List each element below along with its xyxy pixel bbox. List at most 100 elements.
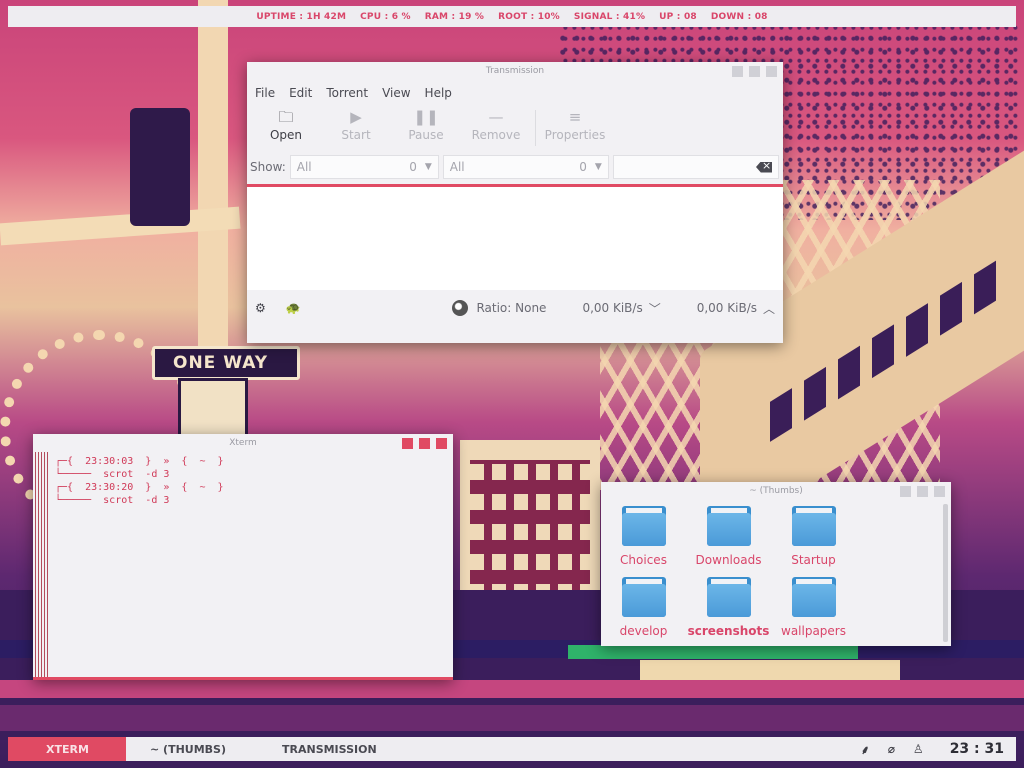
menu-view[interactable]: View <box>382 86 410 104</box>
folder-icon <box>621 506 666 546</box>
minimize-button[interactable] <box>402 438 413 449</box>
download-speed-value: 0,00 KiB/s <box>582 301 643 315</box>
close-button[interactable] <box>436 438 447 449</box>
maximize-button[interactable] <box>749 66 760 77</box>
ratio-icon[interactable] <box>452 300 469 316</box>
window-controls <box>402 438 447 449</box>
menu-file[interactable]: File <box>255 86 275 104</box>
start-button[interactable]: ▶ Start <box>321 104 391 152</box>
folder-screenshots[interactable]: screenshots <box>686 575 771 645</box>
close-button[interactable] <box>766 66 777 77</box>
folder-label: Downloads <box>695 553 762 567</box>
properties-button[interactable]: ≡ Properties <box>540 104 610 152</box>
task-thumbs[interactable]: ~ (THUMBS) <box>126 737 250 761</box>
clock: 23 : 31 <box>949 741 1004 757</box>
menu-help[interactable]: Help <box>425 86 452 104</box>
upload-speed-value: 0,00 KiB/s <box>696 301 757 315</box>
folder-develop[interactable]: develop <box>601 575 686 645</box>
cpu-stat: CPU : 6 % <box>360 11 411 22</box>
window-title: ~ (Thumbs) <box>749 486 803 496</box>
terminal-line: ┌─{ 23:30:03 } » { ~ } <box>55 456 224 467</box>
open-label: Open <box>269 128 303 142</box>
download-stat: DOWN : 08 <box>710 11 768 22</box>
terminal-output: ┌─{ 23:30:03 } » { ~ } └───── scrot -d 3 ┌… <box>49 452 230 677</box>
file-manager-window: ~ (Thumbs) Choices Downloads Startup dev… <box>601 482 951 646</box>
open-button[interactable]: 🗀 Open <box>251 104 321 152</box>
folder-icon <box>706 506 751 546</box>
transmission-window: Transmission File Edit Torrent View Help… <box>247 62 783 343</box>
folder-icon <box>791 506 836 546</box>
filter-bar: Show: All 0 ▼ All 0 ▼ <box>247 152 783 182</box>
toolbar-separator <box>535 110 536 146</box>
pause-button[interactable]: ❚❚ Pause <box>391 104 461 152</box>
menu-bar: File Edit Torrent View Help <box>247 80 783 104</box>
toolbar: 🗀 Open ▶ Start ❚❚ Pause — Remove ≡ Prope… <box>247 104 783 152</box>
torrent-list[interactable] <box>247 184 783 290</box>
wallpaper-stripe-pink <box>0 680 1024 698</box>
remove-button[interactable]: — Remove <box>461 104 531 152</box>
properties-icon: ≡ <box>568 108 582 126</box>
status-bar: ⚙ 🐢 Ratio: None 0,00 KiB/s ﹀ 0,00 KiB/s … <box>247 290 783 326</box>
system-tray: ⸙ ⌀ ♙ 23 : 31 <box>861 741 1016 758</box>
leaf-icon[interactable]: ⸙ <box>861 741 870 758</box>
folder-grid: Choices Downloads Startup develop screen… <box>601 500 939 646</box>
activity-filter-combo[interactable]: All 0 ▼ <box>289 155 439 179</box>
terminal-area[interactable]: ┌─{ 23:30:03 } » { ~ } └───── scrot -d 3 ┌… <box>33 452 453 677</box>
clear-search-icon[interactable] <box>756 161 772 173</box>
start-label: Start <box>341 128 371 142</box>
menu-torrent[interactable]: Torrent <box>326 86 368 104</box>
search-input[interactable] <box>612 155 779 179</box>
arrow-up-icon: ︿ <box>762 301 775 316</box>
window-title: Xterm <box>229 438 257 448</box>
combo-count: 0 <box>409 160 417 174</box>
folder-icon <box>706 577 751 617</box>
user-icon[interactable]: ♙ <box>913 742 924 756</box>
folder-startup[interactable]: Startup <box>771 504 856 574</box>
terminal-line: ┌─{ 23:30:20 } » { ~ } <box>55 482 224 493</box>
folder-view: Choices Downloads Startup develop screen… <box>601 500 951 646</box>
download-speed: 0,00 KiB/s ﹀ <box>582 300 660 317</box>
folder-icon <box>621 577 666 617</box>
top-status-bar: UPTIME : 1H 42M CPU : 6 % RAM : 19 % ROO… <box>8 6 1016 27</box>
wallpaper-traffic-light <box>130 108 190 226</box>
wallpaper-no-turn-sign <box>178 378 248 438</box>
tracker-filter-combo[interactable]: All 0 ▼ <box>442 155 609 179</box>
folder-label: Startup <box>791 553 836 567</box>
menu-edit[interactable]: Edit <box>289 86 312 104</box>
minus-icon: — <box>488 108 504 126</box>
taskbar: XTERM ~ (THUMBS) TRANSMISSION ⸙ ⌀ ♙ 23 :… <box>8 737 1016 761</box>
chevron-down-icon: ▼ <box>594 162 602 172</box>
maximize-button[interactable] <box>419 438 430 449</box>
arrow-down-icon: ﹀ <box>648 301 661 316</box>
chevron-down-icon: ▼ <box>424 162 432 172</box>
pause-label: Pause <box>408 128 444 142</box>
minimize-button[interactable] <box>732 66 743 77</box>
transmission-titlebar[interactable]: Transmission <box>247 62 783 80</box>
maximize-button[interactable] <box>917 486 928 497</box>
folder-label: screenshots <box>687 624 770 638</box>
scrollbar[interactable] <box>943 504 948 642</box>
close-button[interactable] <box>934 486 945 497</box>
ram-stat: RAM : 19 % <box>424 11 485 22</box>
thumbs-titlebar[interactable]: ~ (Thumbs) <box>601 482 951 500</box>
xterm-titlebar[interactable]: Xterm <box>33 434 453 452</box>
ratio-text: Ratio: None <box>476 301 547 315</box>
wallpaper-stripe-purple <box>0 705 1024 731</box>
properties-label: Properties <box>544 128 606 142</box>
minimize-button[interactable] <box>900 486 911 497</box>
signal-stat: SIGNAL : 41% <box>573 11 646 22</box>
paperclip-icon[interactable]: ⌀ <box>888 742 895 756</box>
folder-choices[interactable]: Choices <box>601 504 686 574</box>
folder-downloads[interactable]: Downloads <box>686 504 771 574</box>
uptime-stat: UPTIME : 1H 42M <box>256 11 347 22</box>
wallpaper-one-way-sign: ONE WAY <box>152 346 300 380</box>
folder-open-icon: 🗀 <box>278 108 294 126</box>
task-transmission[interactable]: TRANSMISSION <box>250 737 393 761</box>
folder-label: wallpapers <box>781 624 846 638</box>
combo-count: 0 <box>579 160 587 174</box>
gear-icon[interactable]: ⚙ <box>255 301 266 315</box>
turtle-icon[interactable]: 🐢 <box>286 301 301 315</box>
task-xterm[interactable]: XTERM <box>8 737 126 761</box>
remove-label: Remove <box>471 128 521 142</box>
folder-wallpapers[interactable]: wallpapers <box>771 575 856 645</box>
